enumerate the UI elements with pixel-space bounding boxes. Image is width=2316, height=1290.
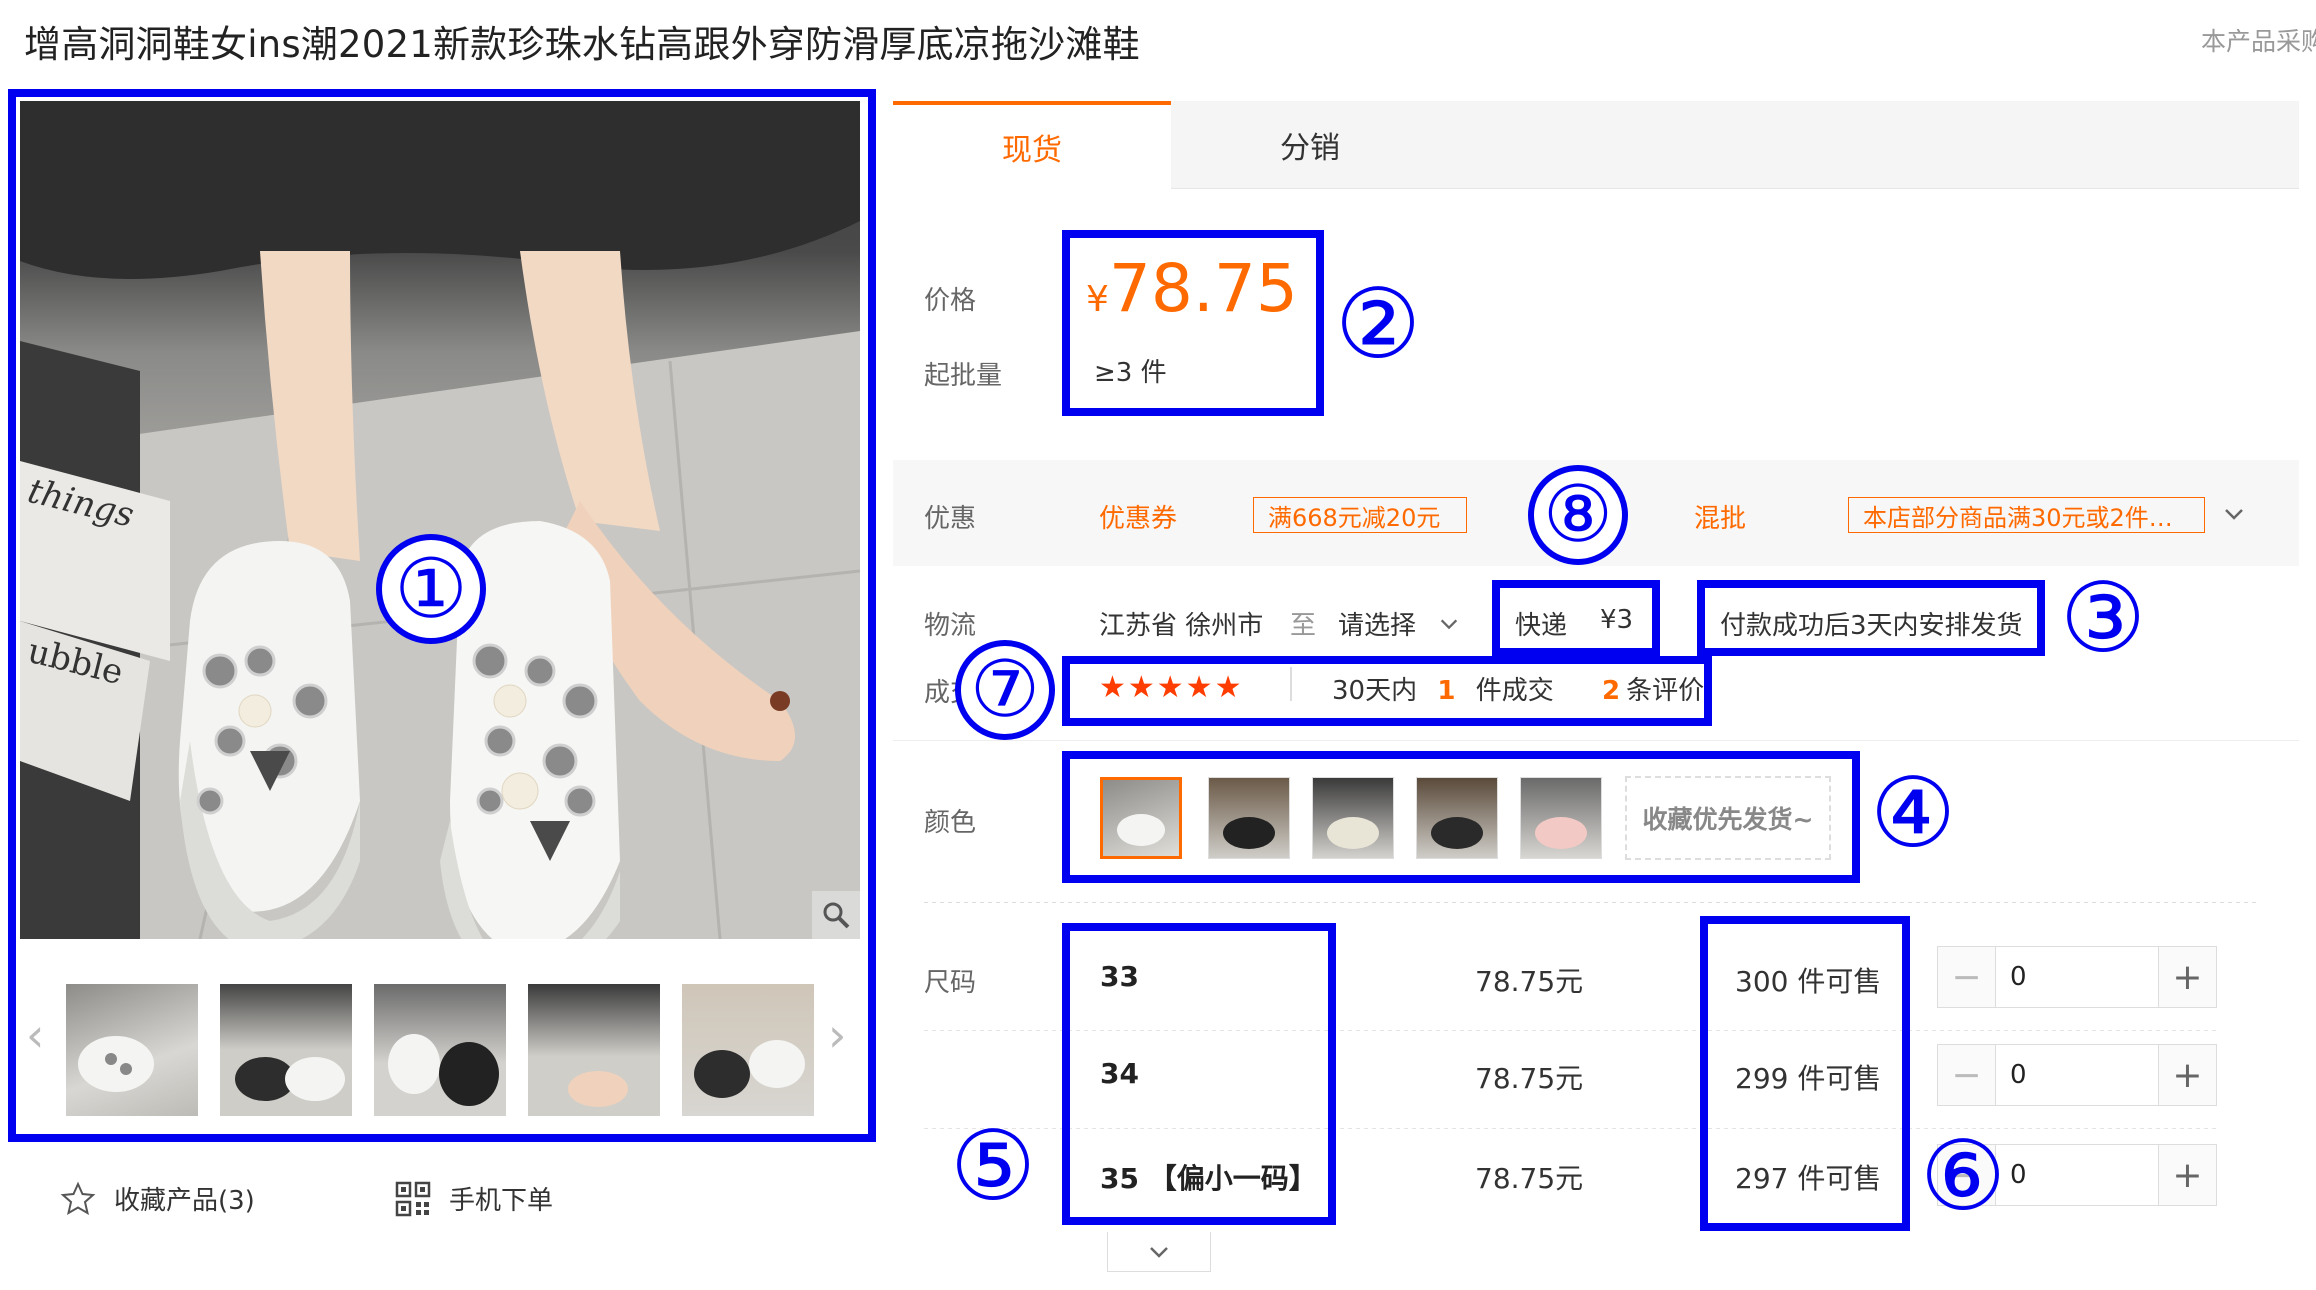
favorite-product[interactable]: 收藏产品(3): [60, 1180, 255, 1217]
color-label: 颜色: [924, 808, 977, 838]
expand-sizes-button[interactable]: [1107, 1232, 1211, 1272]
size-33-price: 78.75元: [1475, 965, 1584, 998]
annotation-marker-3: ③: [2060, 562, 2147, 674]
mix-batch-tag[interactable]: 本店部分商品满30元或2件…: [1848, 497, 2205, 533]
tab-distribution[interactable]: 分销: [1171, 101, 1449, 189]
annotation-marker-4: ④: [1870, 757, 1957, 869]
favorite-label: 收藏产品(3): [114, 1186, 255, 1216]
decrement-button[interactable]: −: [1938, 947, 1996, 1007]
increment-button[interactable]: +: [2158, 947, 2216, 1007]
size-35-price: 78.75元: [1475, 1162, 1584, 1195]
annotation-marker-8: ⑧: [1528, 465, 1628, 565]
coupon-label[interactable]: 优惠券: [1099, 498, 1177, 535]
annotation-box-5: [1062, 923, 1336, 1225]
annotation-box-8: [1492, 580, 1660, 656]
divider: [893, 740, 2299, 741]
annotation-marker-5: ⑤: [950, 1110, 1037, 1222]
chevron-down-icon: [1150, 1246, 1168, 1258]
price-label: 价格: [924, 286, 977, 316]
mobile-order-label: 手机下单: [449, 1186, 554, 1216]
annotation-box-6: [1700, 916, 1910, 1231]
destination-value: 请选择: [1338, 611, 1417, 641]
size-label: 尺码: [924, 968, 977, 998]
annotation-marker-7: ⑦: [955, 640, 1055, 740]
increment-button[interactable]: +: [2158, 1145, 2216, 1205]
qr-code-icon: [395, 1181, 431, 1216]
size-33-quantity-stepper: − 0 +: [1937, 946, 2217, 1008]
star-outline-icon: [60, 1181, 96, 1215]
annotation-box-2: [1062, 230, 1324, 416]
quantity-input[interactable]: 0: [1996, 947, 2158, 1007]
chevron-down-icon: [1440, 619, 1458, 629]
min-order-label: 起批量: [924, 361, 1003, 391]
annotation-marker-2: ②: [1335, 268, 1422, 380]
size-34-price: 78.75元: [1475, 1062, 1584, 1095]
chevron-down-icon: [2225, 509, 2243, 520]
divider: [924, 902, 2256, 903]
increment-button[interactable]: +: [2158, 1045, 2216, 1105]
purchase-note: 本产品采购: [2200, 27, 2316, 56]
destination-select[interactable]: 请选择: [1338, 605, 1460, 642]
promo-expand[interactable]: [2222, 502, 2246, 530]
promo-label: 优惠: [924, 504, 977, 534]
product-title: 增高洞洞鞋女ins潮2021新款珍珠水钻高跟外穿防滑厚底凉拖沙滩鞋: [24, 23, 1140, 66]
annotation-marker-1: ①: [376, 534, 486, 644]
mobile-order[interactable]: 手机下单: [395, 1180, 553, 1217]
annotation-box-3: [1697, 580, 2045, 656]
annotation-box-4: [1062, 751, 1860, 883]
annotation-box-7: [1062, 656, 1712, 726]
tab-in-stock[interactable]: 现货: [893, 101, 1171, 189]
coupon-tag[interactable]: 满668元减20元: [1253, 497, 1467, 533]
mix-batch-label: 混批: [1694, 504, 1747, 534]
annotation-marker-6: ⑥: [1920, 1120, 2007, 1232]
decrement-button[interactable]: −: [1938, 1045, 1996, 1105]
size-34-quantity-stepper: − 0 +: [1937, 1044, 2217, 1106]
tab-bar: 现货 分销: [893, 101, 2299, 189]
logistics-label: 物流: [924, 611, 977, 641]
quantity-input[interactable]: 0: [1996, 1145, 2158, 1205]
to-label: 至: [1290, 611, 1317, 641]
origin-location: 江苏省 徐州市: [1099, 611, 1264, 641]
quantity-input[interactable]: 0: [1996, 1045, 2158, 1105]
